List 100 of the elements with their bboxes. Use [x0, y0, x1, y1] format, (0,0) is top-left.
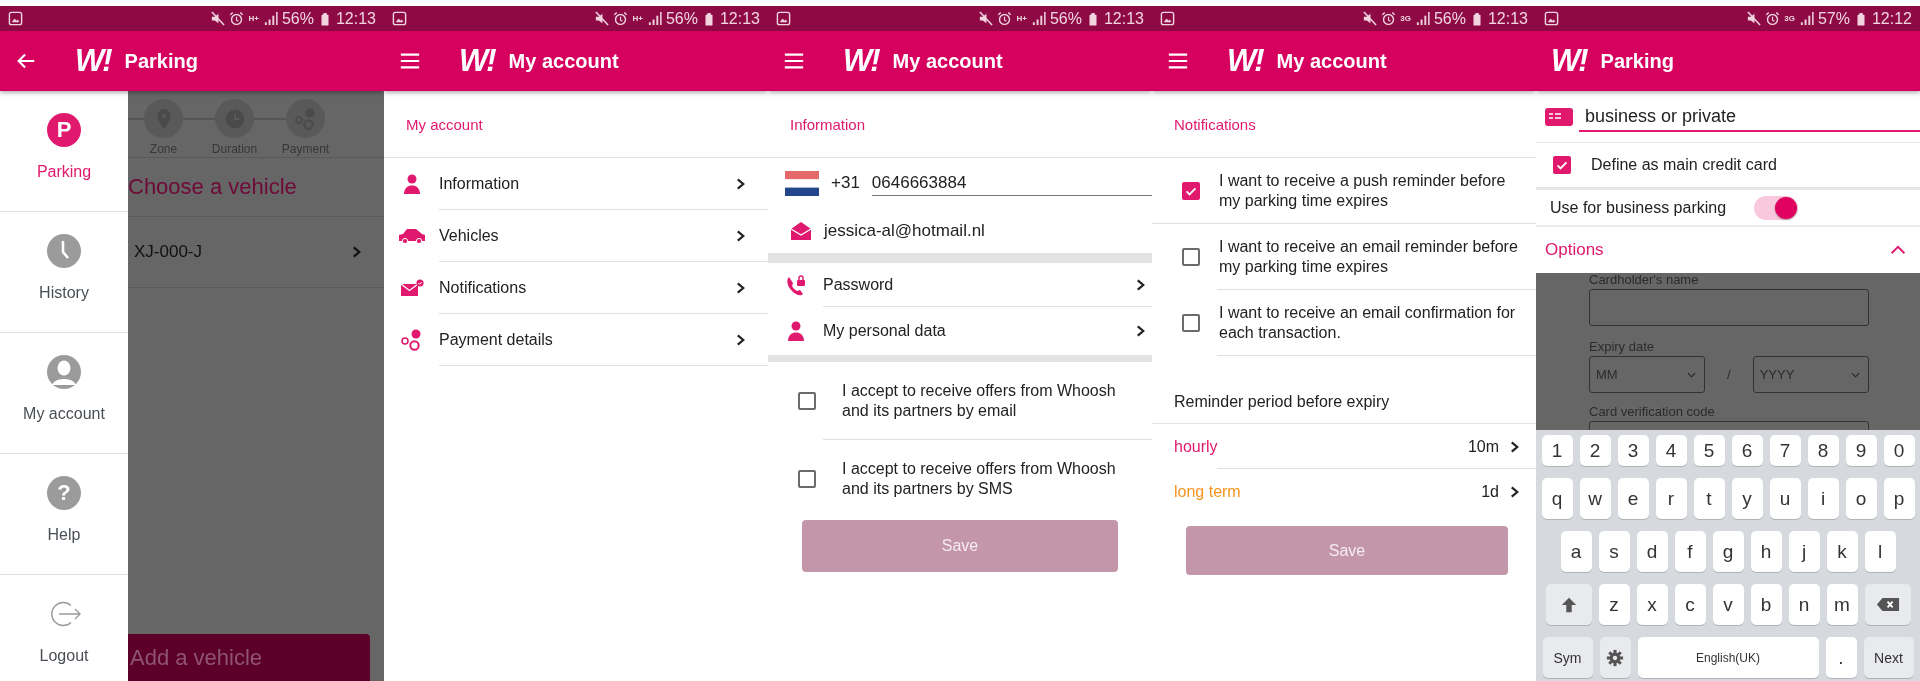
network-label: H+ [248, 14, 259, 23]
key[interactable]: g [1712, 531, 1744, 572]
key[interactable]: w [1579, 478, 1611, 519]
key[interactable]: e [1617, 478, 1649, 519]
key[interactable]: y [1731, 478, 1763, 519]
screen-title: Parking [1600, 49, 1674, 73]
caret-down-icon [1850, 371, 1860, 378]
network-label: 3G [1784, 14, 1795, 23]
chevron-icon [1135, 324, 1146, 338]
key[interactable]: 7 [1769, 435, 1801, 466]
period-value: 1d [1481, 482, 1499, 501]
shift-key[interactable] [1545, 584, 1592, 625]
checkbox[interactable] [1182, 248, 1200, 266]
key[interactable]: Sym [1542, 637, 1593, 678]
key[interactable]: 9 [1845, 435, 1877, 466]
clock-time: 12:12 [1871, 9, 1912, 28]
field-label: Card verification code [1589, 405, 1716, 419]
key[interactable]: a [1560, 531, 1592, 572]
screen-title: My account [508, 49, 619, 73]
key[interactable]: 0 [1883, 435, 1915, 466]
network-label: H+ [1016, 14, 1027, 23]
person-icon [785, 321, 806, 341]
chevron-icon [735, 281, 746, 295]
key[interactable]: 1 [1541, 435, 1573, 466]
key[interactable]: c [1674, 584, 1706, 625]
key[interactable]: x [1636, 584, 1668, 625]
picture-icon [1544, 11, 1559, 26]
key[interactable]: 8 [1807, 435, 1839, 466]
clock-time: 12:13 [1103, 9, 1144, 28]
phone-field[interactable]: 0646663884 [871, 170, 1152, 196]
alarm-icon [1381, 11, 1397, 26]
key[interactable]: 3 [1617, 435, 1649, 466]
alarm-icon [1765, 11, 1781, 26]
key[interactable]: f [1674, 531, 1706, 572]
period-value: 10m [1467, 437, 1499, 456]
key[interactable]: j [1788, 531, 1820, 572]
key[interactable]: m [1826, 584, 1858, 625]
key[interactable]: u [1769, 478, 1801, 519]
picture-icon [392, 11, 407, 26]
alarm-icon [229, 11, 245, 26]
key[interactable]: k [1826, 531, 1858, 572]
clock-time: 12:13 [719, 9, 760, 28]
key[interactable]: n [1788, 584, 1820, 625]
key[interactable]: h [1750, 531, 1782, 572]
key[interactable]: p [1883, 478, 1915, 519]
key[interactable]: i [1807, 478, 1839, 519]
gear-icon [1606, 648, 1624, 667]
signal-icon [1030, 11, 1046, 26]
country-code: +31 [831, 173, 860, 193]
key[interactable]: v [1712, 584, 1744, 625]
battery-level: 56% [281, 9, 314, 28]
app-logo: W! [1227, 43, 1263, 79]
app-logo: W! [75, 43, 111, 79]
key[interactable]: 2 [1579, 435, 1611, 466]
field-label: Cardholder's name [1589, 273, 1700, 287]
toggle-switch[interactable] [1754, 195, 1799, 220]
checkbox[interactable] [1182, 181, 1200, 200]
key[interactable]: 4 [1655, 435, 1687, 466]
key[interactable]: t [1693, 478, 1725, 519]
space-bar[interactable]: English(UK) [1637, 637, 1819, 678]
signal-icon [262, 11, 278, 26]
separator-text: / [1727, 367, 1731, 382]
input-field[interactable] [1589, 289, 1869, 326]
key[interactable]: 6 [1731, 435, 1763, 466]
key[interactable]: q [1541, 478, 1573, 519]
app-logo: W! [1551, 43, 1587, 79]
app-logo: W! [459, 43, 495, 79]
picture-icon [8, 11, 23, 26]
checkbox[interactable] [1182, 314, 1200, 332]
key[interactable]: d [1636, 531, 1668, 572]
key[interactable]: r [1655, 478, 1687, 519]
network-label: H+ [632, 14, 643, 23]
key[interactable]: 5 [1693, 435, 1725, 466]
settings-key[interactable] [1599, 637, 1631, 678]
network-label: 3G [1400, 14, 1411, 23]
key[interactable]: . [1825, 637, 1857, 678]
key[interactable]: z [1598, 584, 1630, 625]
backspace-key[interactable] [1864, 584, 1911, 625]
key[interactable]: l [1864, 531, 1896, 572]
person-icon [401, 174, 422, 194]
parking-icon: P [47, 113, 81, 147]
screen-title: Parking [124, 49, 198, 73]
checkbox[interactable] [1553, 156, 1571, 174]
key[interactable]: o [1845, 478, 1877, 519]
option-text: I accept to receive offers from Whoosh and its partners by SMS [842, 459, 1117, 499]
mute-icon [1746, 11, 1762, 26]
checkbox[interactable] [798, 470, 816, 488]
mute-icon [978, 11, 994, 26]
mute-icon [210, 11, 226, 26]
text-field[interactable]: business or private [1579, 101, 1920, 132]
key[interactable]: s [1598, 531, 1630, 572]
key[interactable]: b [1750, 584, 1782, 625]
mute-icon [594, 11, 610, 26]
checkbox[interactable] [798, 392, 816, 410]
clock-time: 12:13 [1487, 9, 1528, 28]
battery-level: 56% [1049, 9, 1082, 28]
flag-icon [785, 170, 819, 196]
key[interactable]: Next [1863, 637, 1914, 678]
chevron-icon [1509, 439, 1520, 454]
picture-icon [1160, 11, 1175, 26]
